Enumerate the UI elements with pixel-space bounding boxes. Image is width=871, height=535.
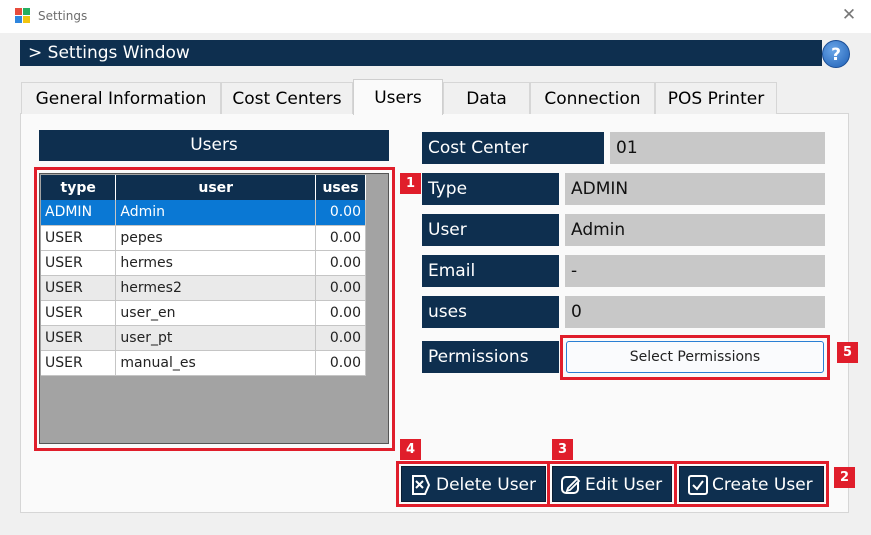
tab-users[interactable]: Users [353, 79, 443, 115]
tab-cost-centers[interactable]: Cost Centers [221, 82, 353, 114]
annotation-badge-5: 5 [837, 342, 858, 363]
annotation-box-3 [547, 461, 677, 507]
user-value: Admin [565, 214, 825, 246]
page-title: > Settings Window [20, 40, 822, 66]
annotation-box-5 [560, 335, 830, 380]
annotation-badge-1: 1 [400, 173, 421, 194]
uses-label: uses [422, 296, 559, 328]
window-title: Settings [38, 9, 88, 23]
cost-center-value: 01 [610, 132, 825, 164]
user-label: User [422, 214, 559, 246]
type-value: ADMIN [565, 173, 825, 205]
users-panel-title: Users [39, 130, 389, 161]
type-label: Type [422, 173, 559, 205]
uses-value: 0 [565, 296, 825, 328]
annotation-badge-4: 4 [400, 439, 421, 460]
app-logo-icon [15, 8, 31, 24]
annotation-badge-2: 2 [834, 467, 855, 488]
help-icon[interactable]: ? [822, 40, 850, 68]
cost-center-label: Cost Center [422, 132, 604, 164]
annotation-box-1 [34, 167, 395, 451]
tab-connection[interactable]: Connection [530, 82, 655, 114]
tab-general-information[interactable]: General Information [21, 82, 221, 114]
email-value: - [565, 255, 825, 287]
tab-data[interactable]: Data [443, 82, 530, 114]
annotation-box-2 [674, 461, 829, 507]
close-icon[interactable]: ✕ [838, 4, 860, 26]
annotation-badge-3: 3 [552, 439, 573, 460]
tab-pos-printer[interactable]: POS Printer [655, 82, 777, 114]
annotation-box-4 [396, 461, 550, 507]
permissions-label: Permissions [422, 341, 559, 373]
email-label: Email [422, 255, 559, 287]
window-titlebar [0, 0, 871, 33]
